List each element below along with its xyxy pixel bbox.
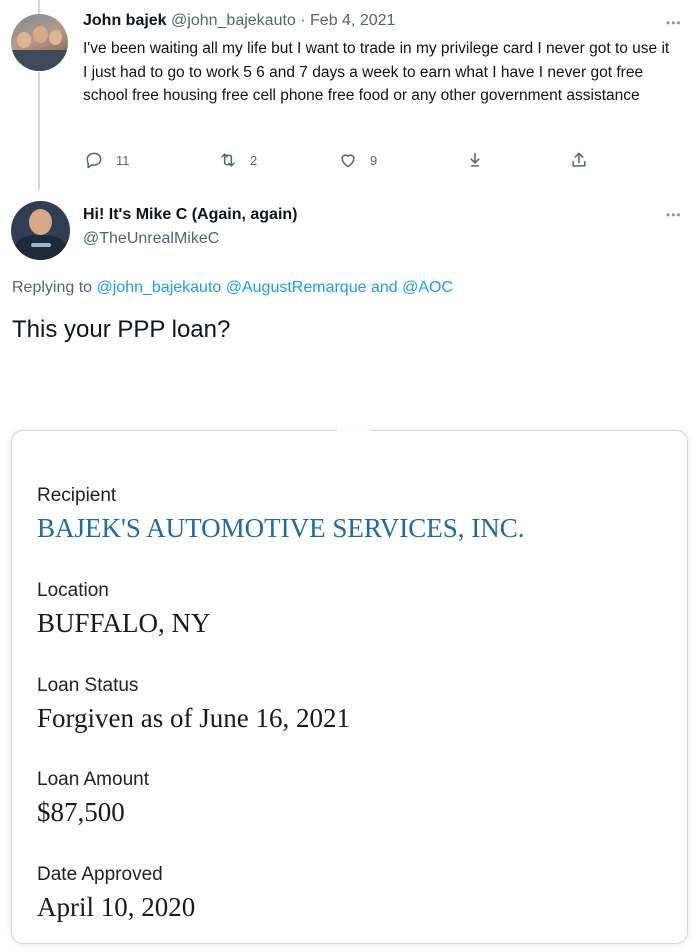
like-button[interactable]: 9 bbox=[338, 148, 377, 172]
loan-amount-label: Loan Amount bbox=[37, 769, 149, 790]
separator: · bbox=[295, 12, 311, 29]
author-name[interactable]: Hi! It's Mike C (Again, again) bbox=[83, 206, 298, 224]
reply-icon bbox=[86, 152, 102, 169]
loan-status-value: Forgiven as of June 16, 2021 bbox=[37, 703, 350, 733]
avatar-john-bajek[interactable] bbox=[11, 14, 68, 71]
tweet-text: I've been waiting all my life but I want… bbox=[83, 40, 670, 104]
loan-status-field: Loan Status Forgiven as of June 16, 2021 bbox=[37, 675, 350, 734]
tweet-header: John bajek @john_bajekauto · Feb 4, 2021 bbox=[83, 12, 395, 30]
location-value: BUFFALO, NY bbox=[37, 608, 211, 638]
share-icon bbox=[572, 152, 586, 167]
ppp-loan-card[interactable]: Recipient BAJEK'S AUTOMOTIVE SERVICES, I… bbox=[11, 430, 688, 944]
author-handle[interactable]: @john_bajekauto bbox=[171, 12, 296, 29]
replying-prefix: Replying to bbox=[12, 279, 97, 296]
retweet-icon bbox=[221, 153, 235, 167]
like-icon bbox=[341, 154, 355, 168]
replying-to: Replying to @john_bajekauto @AugustRemar… bbox=[12, 279, 453, 297]
recipient-value: BAJEK'S AUTOMOTIVE SERVICES, INC. bbox=[37, 513, 525, 543]
more-icon[interactable]: ••• bbox=[666, 209, 684, 221]
reply-mentions[interactable]: @john_bajekauto @AugustRemarque and @AOC bbox=[97, 279, 453, 296]
avatar-mike-c[interactable] bbox=[11, 201, 70, 260]
reply-button[interactable]: 11 bbox=[84, 148, 130, 172]
recipient-label: Recipient bbox=[37, 485, 117, 506]
author-name[interactable]: John bajek bbox=[83, 12, 167, 29]
card-notch bbox=[337, 427, 371, 433]
thread-line-connector bbox=[38, 72, 40, 190]
reply-count: 11 bbox=[116, 152, 130, 168]
loan-amount-field: Loan Amount $87,500 bbox=[37, 769, 149, 828]
tweet-john-bajek[interactable]: John bajek @john_bajekauto · Feb 4, 2021… bbox=[0, 0, 700, 190]
author-handle[interactable]: @TheUnrealMikeC bbox=[83, 230, 219, 248]
location-field: Location BUFFALO, NY bbox=[37, 580, 211, 639]
loan-amount-value: $87,500 bbox=[37, 797, 125, 827]
download-icon bbox=[470, 152, 480, 167]
date-approved-label: Date Approved bbox=[37, 864, 163, 885]
date-approved-value: April 10, 2020 bbox=[37, 892, 196, 922]
share-button[interactable] bbox=[569, 148, 589, 172]
location-label: Location bbox=[37, 580, 109, 601]
tweet-text: This your PPP loan? bbox=[12, 316, 231, 343]
download-button[interactable] bbox=[465, 148, 485, 172]
loan-status-label: Loan Status bbox=[37, 675, 139, 696]
like-count: 9 bbox=[370, 152, 378, 168]
recipient-field: Recipient BAJEK'S AUTOMOTIVE SERVICES, I… bbox=[37, 485, 525, 544]
retweet-count: 2 bbox=[250, 152, 258, 168]
date-approved-field: Date Approved April 10, 2020 bbox=[37, 864, 195, 923]
more-icon[interactable]: ••• bbox=[666, 17, 684, 29]
tweet-date[interactable]: Feb 4, 2021 bbox=[310, 12, 395, 29]
retweet-button[interactable]: 2 bbox=[218, 148, 257, 172]
